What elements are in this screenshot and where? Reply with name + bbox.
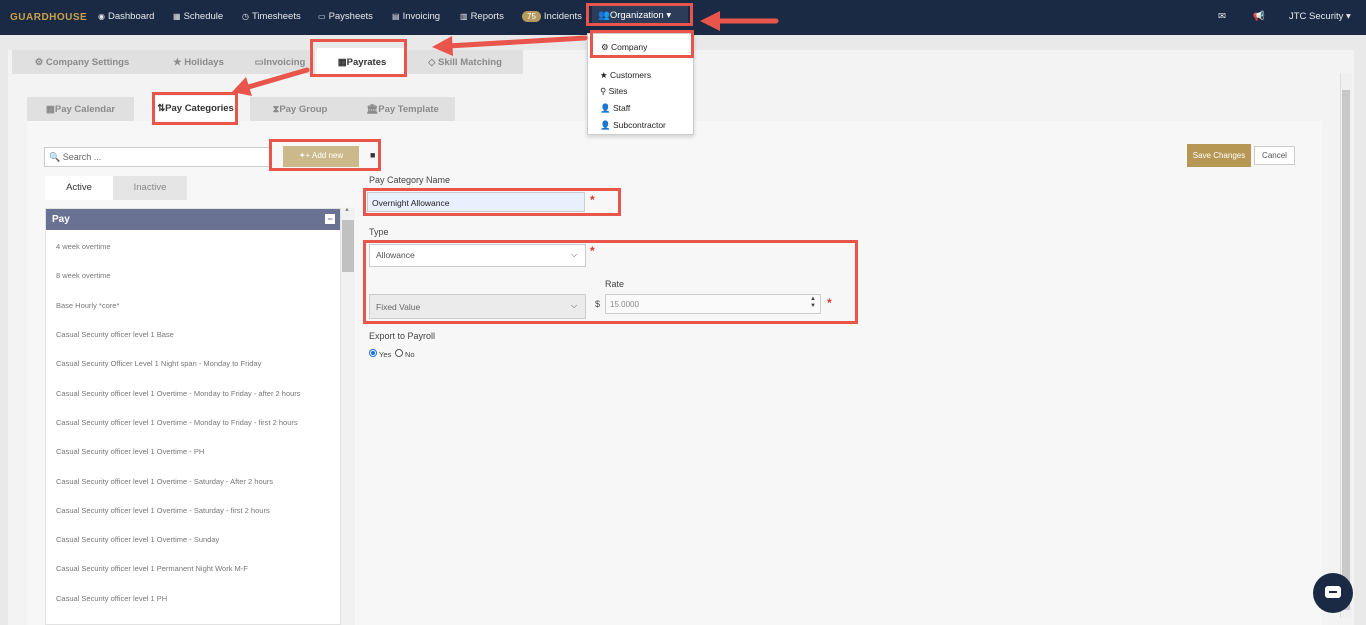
- arrow-to-pay-categories: [242, 67, 310, 91]
- chat-button[interactable]: [1313, 573, 1353, 613]
- chat-icon: [1325, 586, 1341, 598]
- annotation-arrows: [232, 11, 779, 96]
- arrowhead-pay-categories: [232, 77, 252, 96]
- arrowhead-organization: [700, 11, 720, 31]
- arrow-to-payrates: [445, 35, 588, 49]
- arrowhead-payrates: [432, 36, 453, 56]
